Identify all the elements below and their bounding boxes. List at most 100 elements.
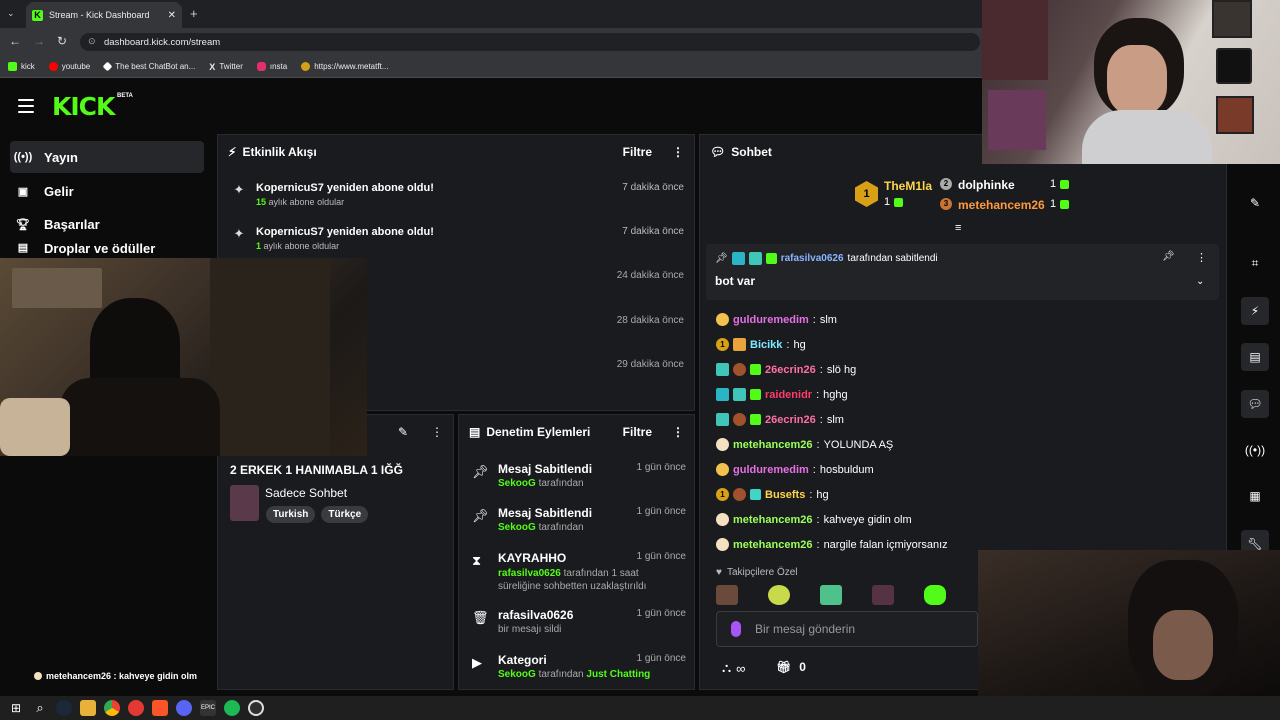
emote-2-icon[interactable]: [768, 585, 790, 605]
emote-1-icon[interactable]: [716, 585, 738, 605]
obs-icon[interactable]: [248, 700, 264, 716]
webcam-overlay-left: [0, 258, 367, 456]
moderation-more-icon[interactable]: ⋮: [672, 425, 684, 439]
bolt-icon: ⚡︎: [228, 145, 237, 159]
top-gifter-count: 1: [1050, 178, 1070, 190]
windows-taskbar: ⊞ ⌕ EPIC: [0, 696, 1280, 720]
wall-frame: [1216, 96, 1254, 134]
background-shelf: [210, 258, 330, 456]
top-gifter-name[interactable]: dolphinke: [958, 178, 1015, 192]
back-arrow-icon[interactable]: ←: [9, 34, 21, 48]
figure-badge-icon: [733, 413, 746, 426]
gift-counter[interactable]: 🎁︎ 0: [776, 660, 806, 674]
sidebar-item-gelir[interactable]: ▣ Gelir: [10, 175, 204, 207]
emote-3-icon[interactable]: [820, 585, 842, 605]
pinned-more-icon[interactable]: ⋮: [1196, 251, 1207, 264]
reload-icon[interactable]: ↻: [57, 34, 67, 48]
chat-message: 1 Bicikk: hg: [716, 338, 806, 351]
bookmark-twitter[interactable]: X Twitter: [209, 62, 243, 72]
tab-search-chevron-icon[interactable]: ⌄: [7, 8, 15, 19]
layout-icon[interactable]: ▦: [1241, 482, 1269, 510]
pinned-message: 📌︎ rafasilva0626 tarafından sabitlendi 📌…: [706, 244, 1219, 300]
webcam-overlay-bottom-right: [978, 550, 1280, 696]
unpin-icon[interactable]: 📌︎: [1162, 251, 1175, 262]
stream-info-more-icon[interactable]: ⋮: [431, 425, 443, 439]
top-gifter-name[interactable]: metehancem26: [958, 198, 1045, 212]
chat-bubble-icon: 💬︎: [710, 145, 726, 159]
lightning-icon[interactable]: ⚡︎: [1241, 297, 1269, 325]
new-tab-plus-icon[interactable]: +: [190, 6, 198, 21]
bookmark-metatft[interactable]: https://www.metatft...: [301, 62, 388, 71]
search-icon[interactable]: ⌕: [32, 700, 48, 716]
address-bar[interactable]: ⊙ dashboard.kick.com/stream: [80, 33, 980, 51]
expand-gifters-icon[interactable]: ≡: [955, 222, 961, 234]
browser-tab[interactable]: K Stream - Kick Dashboard ✕: [26, 2, 182, 28]
beta-label: BETA: [117, 93, 133, 99]
emote-4-icon[interactable]: [872, 585, 894, 605]
broadcast-signal-icon[interactable]: ((•)): [1241, 436, 1269, 464]
screenshot-icon[interactable]: ⌗: [1241, 249, 1269, 277]
forward-arrow-icon[interactable]: →: [33, 34, 45, 48]
trophy-icon: 🏆︎: [16, 218, 30, 231]
chat-settings-group[interactable]: ⛬ ∞: [722, 660, 745, 676]
chrome-icon[interactable]: [104, 700, 120, 716]
sub-badge-icon: [750, 389, 761, 400]
bookmark-chatbot[interactable]: The best ChatBot an...: [102, 61, 195, 72]
emote-badge-icon: [716, 313, 729, 326]
file-explorer-icon[interactable]: [80, 700, 96, 716]
kick-logo[interactable]: KICK: [52, 92, 115, 121]
chat-message: metehancem26: YOLUNDA AŞ: [716, 438, 893, 451]
og-badge-icon: [716, 363, 729, 376]
media-player-icon[interactable]: [128, 700, 144, 716]
mod-action-item: ⧗ KAYRAHHO rafasilva0626 tarafından 1 sa…: [472, 551, 686, 592]
top-gifter-count: 1: [884, 196, 904, 208]
gift-icon: ▤: [17, 241, 29, 254]
menu-hamburger-icon[interactable]: [18, 99, 34, 113]
url-text: dashboard.kick.com/stream: [104, 36, 221, 48]
microphone-icon[interactable]: [731, 621, 741, 637]
edit-icon[interactable]: ✎: [1241, 189, 1269, 217]
og-badge-icon: [748, 252, 762, 265]
top-gifter-name[interactable]: TheM1la: [884, 179, 932, 193]
expand-pinned-icon[interactable]: ⌄: [1196, 276, 1204, 287]
category-name[interactable]: Sadece Sohbet: [265, 486, 347, 500]
site-info-icon[interactable]: ⊙: [88, 36, 96, 47]
tag-turkce[interactable]: Türkçe: [321, 506, 369, 523]
overlay-chat-message: metehancem26 : kahveye gidin olm: [34, 671, 197, 681]
epic-games-icon[interactable]: EPIC: [200, 700, 216, 716]
wall-decor: [12, 268, 102, 308]
hourglass-icon: ⧗: [472, 553, 482, 568]
bookmark-youtube[interactable]: youtube: [48, 62, 90, 71]
emote-5-icon[interactable]: [924, 585, 946, 605]
webcam-overlay-top-right: [982, 0, 1280, 164]
sparkle-icon: ✦: [233, 182, 245, 197]
windows-start-icon[interactable]: ⊞: [8, 700, 24, 716]
discord-icon[interactable]: [176, 700, 192, 716]
sub-badge-icon: [750, 489, 761, 500]
activity-filter-button[interactable]: Filtre: [623, 145, 652, 159]
coin-badge-icon: 1: [716, 488, 729, 501]
chat-icon[interactable]: 💬︎: [1241, 390, 1269, 418]
notes-icon[interactable]: ▤: [1241, 343, 1269, 371]
brave-icon[interactable]: [152, 700, 168, 716]
bookmark-kick[interactable]: kick: [8, 62, 35, 71]
chat-message: metehancem26: kahveye gidin olm: [716, 513, 912, 526]
sidebar-item-yayin[interactable]: ((•)) Yayın: [10, 141, 204, 173]
tab-close-icon[interactable]: ✕: [168, 10, 176, 21]
spotify-icon[interactable]: [224, 700, 240, 716]
tag-turkish[interactable]: Turkish: [266, 506, 316, 523]
stream-tags: Turkish Türkçe: [266, 506, 369, 523]
steam-icon[interactable]: [56, 700, 72, 716]
og-badge-icon: [733, 388, 746, 401]
mod-action-item: ▶ Kategori SekooG tarafından Just Chatti…: [472, 653, 686, 680]
edit-pencil-icon[interactable]: ✎: [398, 425, 408, 439]
sidebar-item-basarilar[interactable]: 🏆︎ Başarılar: [10, 208, 204, 240]
moderation-filter-button[interactable]: Filtre: [623, 425, 652, 439]
sidebar-item-droplar[interactable]: ▤ Droplar ve ödüller: [10, 241, 204, 259]
category-thumbnail[interactable]: [230, 485, 259, 521]
coin-badge-icon: 1: [716, 338, 729, 351]
chat-input[interactable]: Bir mesaj gönderin: [716, 611, 978, 647]
bookmark-instagram[interactable]: ınsta: [256, 62, 287, 71]
figure-badge-icon: [733, 363, 746, 376]
activity-more-icon[interactable]: ⋮: [672, 145, 684, 159]
